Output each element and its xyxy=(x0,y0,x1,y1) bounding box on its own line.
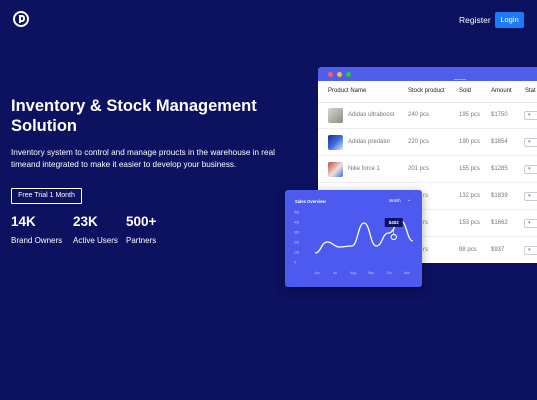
data-point xyxy=(339,246,340,247)
y-tick-label: 0 xyxy=(294,261,296,265)
sales-line-chart: 500 400 300 200 100 0 Jun Jul Aug Sep Oct Nov $402 xyxy=(294,211,414,275)
register-link[interactable]: Register xyxy=(459,15,491,25)
x-tick-label: Oct xyxy=(387,271,392,275)
product-thumbnail-icon xyxy=(328,108,343,123)
product-name: Adidas predator xyxy=(348,139,391,145)
stock-value: rs xyxy=(423,247,428,253)
x-tick-label: Sep xyxy=(368,271,374,275)
x-tick-label: Aug xyxy=(350,271,356,275)
data-point xyxy=(327,241,328,242)
stat-brand-owners: 14K Brand Owners xyxy=(11,214,62,245)
amount-value: $1750 xyxy=(491,112,508,118)
table-header: Product Name Stock product Sold Amount S… xyxy=(318,88,537,100)
data-point xyxy=(376,245,377,246)
sold-value: 195 pcs xyxy=(459,112,481,118)
stat-value: 23K xyxy=(73,214,98,229)
free-trial-button[interactable]: Free Trial 1 Month xyxy=(11,188,82,204)
col-stock-product: Stock product xyxy=(408,88,445,94)
y-tick-label: 100 xyxy=(294,251,300,255)
status-dropdown[interactable]: ▾ xyxy=(524,192,537,201)
period-select[interactable]: Month xyxy=(389,198,401,203)
sold-value: 153 pcs xyxy=(459,220,481,226)
product-name: Adidas ultraboost xyxy=(348,112,395,118)
col-sold: Sold xyxy=(459,88,472,94)
stock-value: rs xyxy=(423,193,428,199)
minimize-dot-icon xyxy=(337,72,342,77)
status-dropdown[interactable]: ▾ xyxy=(524,165,537,174)
amount-value: $1854 xyxy=(491,139,508,145)
sales-overview-card: 500 400 300 200 100 0 Jun Jul Aug Sep Oct Nov $402 S… xyxy=(285,190,422,287)
stock-value: 220 pcs xyxy=(408,139,430,145)
amount-value: $1285 xyxy=(491,166,508,172)
status-dropdown[interactable]: ▾ xyxy=(524,111,537,120)
amount-value: $1662 xyxy=(491,220,508,226)
y-tick-label: 400 xyxy=(294,221,300,225)
data-point xyxy=(351,245,352,246)
stat-value: 500+ xyxy=(126,214,157,229)
stat-active-users: 23K Active Users xyxy=(73,214,118,245)
brand-logo[interactable] xyxy=(13,11,29,27)
chevron-down-icon[interactable]: ⌄ xyxy=(407,197,411,203)
login-button[interactable]: Login xyxy=(495,12,524,28)
y-tick-label: 200 xyxy=(294,241,300,245)
product-thumbnail-icon xyxy=(328,162,343,177)
x-tick-label: Nov xyxy=(404,271,410,275)
stock-value: 201 pcs xyxy=(408,166,430,172)
product-name: Nike force 1 xyxy=(348,166,381,172)
title-bar-notch xyxy=(454,79,466,80)
hero-description: Inventory system to control and manage p… xyxy=(11,148,275,169)
stock-value: rs xyxy=(423,220,428,226)
table-row[interactable]: Adidas ultraboost 240 pcs 195 pcs $1750 … xyxy=(318,102,537,129)
maximize-dot-icon xyxy=(346,72,351,77)
status-dropdown[interactable]: ▾ xyxy=(524,246,537,255)
col-amount: Amount xyxy=(491,88,512,94)
x-tick-label: Jun xyxy=(314,271,319,275)
stat-label: Brand Owners xyxy=(11,236,63,245)
chart-title: Sales Overview xyxy=(295,199,326,204)
data-point xyxy=(363,222,364,223)
table-row[interactable]: Nike force 1 201 pcs 155 pcs $1285 ▾ xyxy=(318,156,537,183)
stat-label: Partners xyxy=(126,236,157,245)
highlight-marker xyxy=(390,233,397,241)
y-tick-label: 300 xyxy=(294,231,300,235)
x-tick-label: Jul xyxy=(333,271,337,275)
tooltip-label: $402 xyxy=(389,220,400,225)
stat-value: 14K xyxy=(11,214,36,229)
amount-value: $937 xyxy=(491,247,505,253)
sold-value: 98 pcs xyxy=(459,247,477,253)
stat-label: Active Users xyxy=(73,236,118,245)
product-thumbnail-icon xyxy=(328,135,343,150)
data-point xyxy=(412,240,413,241)
status-dropdown[interactable]: ▾ xyxy=(524,219,537,228)
sold-value: 155 pcs xyxy=(459,166,481,172)
hero-title: Inventory & Stock Management Solution xyxy=(11,97,257,135)
col-product-name: Product Name xyxy=(328,88,367,94)
col-status: Stat xyxy=(525,88,536,94)
close-dot-icon xyxy=(328,72,333,77)
sold-value: 190 pcs xyxy=(459,139,481,145)
data-point xyxy=(314,252,315,253)
data-point xyxy=(388,232,389,233)
amount-value: $1839 xyxy=(491,193,508,199)
table-row[interactable]: Adidas predator 220 pcs 190 pcs $1854 ▾ xyxy=(318,129,537,156)
status-dropdown[interactable]: ▾ xyxy=(524,138,537,147)
window-title-bar xyxy=(318,67,537,81)
stock-value: 240 pcs xyxy=(408,112,430,118)
y-tick-label: 500 xyxy=(294,211,300,215)
stat-partners: 500+ Partners xyxy=(126,214,156,245)
sold-value: 132 pcs xyxy=(459,193,481,199)
